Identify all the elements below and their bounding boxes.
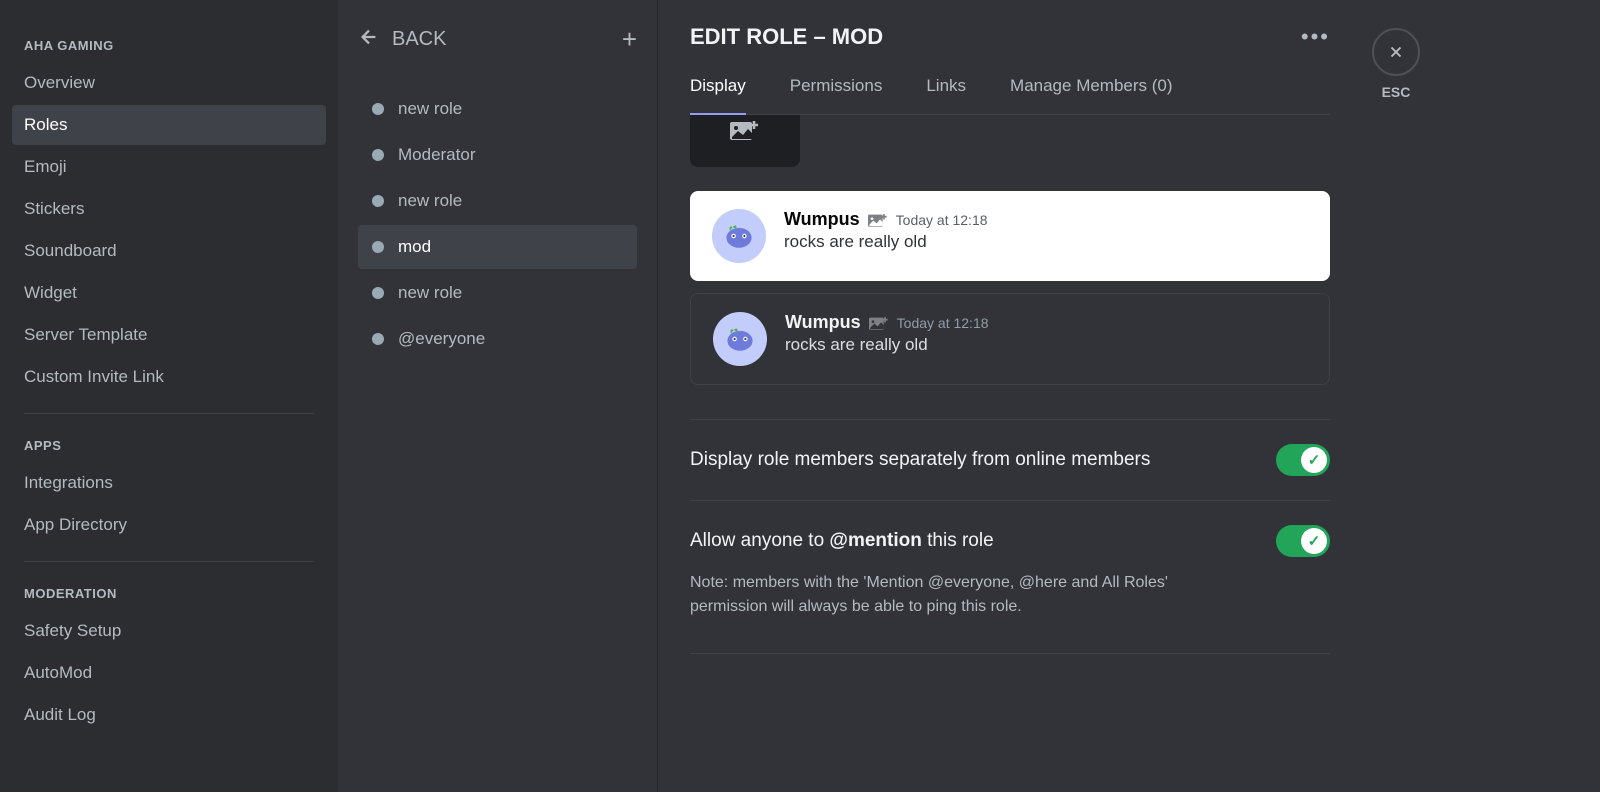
preview-content: Wumpus Today at 12:18 rocks are really o…: [785, 312, 1307, 366]
role-item[interactable]: new role: [358, 87, 637, 131]
preview-card-light: Wumpus Today at 12:18 rocks are really o…: [690, 191, 1330, 281]
setting-note: Note: members with the 'Mention @everyon…: [690, 571, 1240, 619]
toggle-allow-mention[interactable]: ✓: [1276, 525, 1330, 557]
preview-timestamp: Today at 12:18: [897, 315, 989, 331]
roles-list-column: BACK + new role Moderator new role mod n…: [338, 0, 658, 792]
sidebar-item-overview[interactable]: Overview: [12, 63, 326, 103]
role-item[interactable]: new role: [358, 179, 637, 223]
role-item[interactable]: Moderator: [358, 133, 637, 177]
sidebar-item-roles[interactable]: Roles: [12, 105, 326, 145]
sidebar-item-integrations[interactable]: Integrations: [12, 463, 326, 503]
more-options-button[interactable]: •••: [1301, 24, 1330, 50]
sidebar-divider: [24, 561, 314, 562]
sidebar-divider: [24, 413, 314, 414]
role-item[interactable]: @everyone: [358, 317, 637, 361]
avatar: [712, 209, 766, 263]
preview-content: Wumpus Today at 12:18 rocks are really o…: [784, 209, 1308, 263]
sidebar-section-title-moderation: MODERATION: [12, 578, 326, 609]
role-color-dot: [372, 149, 384, 161]
image-plus-icon: [730, 119, 760, 146]
back-arrow-icon[interactable]: [358, 26, 380, 54]
sidebar-item-emoji[interactable]: Emoji: [12, 147, 326, 187]
main-content: EDIT ROLE – MOD ••• Display Permissions …: [658, 0, 1600, 792]
check-icon: ✓: [1308, 532, 1321, 550]
setting-label: Display role members separately from onl…: [690, 449, 1150, 471]
image-plus-icon: [869, 315, 889, 331]
setting-allow-mention: Allow anyone to @mention this role ✓ Not…: [690, 500, 1330, 643]
settings-sidebar: AHA GAMING Overview Roles Emoji Stickers…: [0, 0, 338, 792]
sidebar-item-widget[interactable]: Widget: [12, 273, 326, 313]
sidebar-section-title-server: AHA GAMING: [12, 30, 326, 61]
sidebar-item-soundboard[interactable]: Soundboard: [12, 231, 326, 271]
preview-timestamp: Today at 12:18: [896, 212, 988, 228]
tab-manage-members[interactable]: Manage Members (0): [1010, 76, 1173, 114]
role-name: new role: [398, 99, 462, 119]
sidebar-item-server-template[interactable]: Server Template: [12, 315, 326, 355]
tabs-row: Display Permissions Links Manage Members…: [690, 76, 1330, 115]
role-color-dot: [372, 195, 384, 207]
content-area: Wumpus Today at 12:18 rocks are really o…: [690, 115, 1330, 654]
add-role-button[interactable]: +: [622, 24, 637, 55]
preview-username: Wumpus: [784, 209, 860, 230]
tab-permissions[interactable]: Permissions: [790, 76, 883, 114]
page-title: EDIT ROLE – MOD: [690, 24, 1301, 50]
back-label[interactable]: BACK: [392, 28, 610, 51]
role-color-dot: [372, 287, 384, 299]
main-wrapper: EDIT ROLE – MOD ••• Display Permissions …: [658, 0, 1600, 792]
close-label: ESC: [1382, 84, 1411, 100]
toggle-display-separately[interactable]: ✓: [1276, 444, 1330, 476]
check-icon: ✓: [1308, 451, 1321, 469]
roles-header: BACK +: [358, 24, 637, 55]
preview-message: rocks are really old: [784, 232, 1308, 252]
sidebar-section-title-apps: APPS: [12, 430, 326, 461]
image-plus-icon: [868, 212, 888, 228]
preview-username: Wumpus: [785, 312, 861, 333]
role-color-dot: [372, 241, 384, 253]
toggle-knob: ✓: [1301, 447, 1327, 473]
close-button[interactable]: [1372, 28, 1420, 76]
toggle-knob: ✓: [1301, 528, 1327, 554]
sidebar-item-automod[interactable]: AutoMod: [12, 653, 326, 693]
divider: [690, 653, 1330, 654]
tab-display[interactable]: Display: [690, 76, 746, 114]
main-header: EDIT ROLE – MOD •••: [690, 24, 1330, 50]
role-color-dot: [372, 333, 384, 345]
sidebar-item-safety-setup[interactable]: Safety Setup: [12, 611, 326, 651]
avatar: [713, 312, 767, 366]
role-name: mod: [398, 237, 431, 257]
role-item-active[interactable]: mod: [358, 225, 637, 269]
sidebar-item-stickers[interactable]: Stickers: [12, 189, 326, 229]
tab-links[interactable]: Links: [926, 76, 966, 114]
sidebar-item-audit-log[interactable]: Audit Log: [12, 695, 326, 735]
setting-display-separately: Display role members separately from onl…: [690, 419, 1330, 500]
role-item[interactable]: new role: [358, 271, 637, 315]
preview-card-dark: Wumpus Today at 12:18 rocks are really o…: [690, 293, 1330, 385]
close-container: ESC: [1372, 28, 1420, 100]
upload-image-box[interactable]: [690, 115, 800, 167]
role-name: new role: [398, 283, 462, 303]
role-name: new role: [398, 191, 462, 211]
sidebar-item-custom-invite[interactable]: Custom Invite Link: [12, 357, 326, 397]
setting-label: Allow anyone to @mention this role: [690, 530, 994, 552]
sidebar-item-app-directory[interactable]: App Directory: [12, 505, 326, 545]
role-name: @everyone: [398, 329, 485, 349]
preview-message: rocks are really old: [785, 335, 1307, 355]
role-color-dot: [372, 103, 384, 115]
role-name: Moderator: [398, 145, 475, 165]
